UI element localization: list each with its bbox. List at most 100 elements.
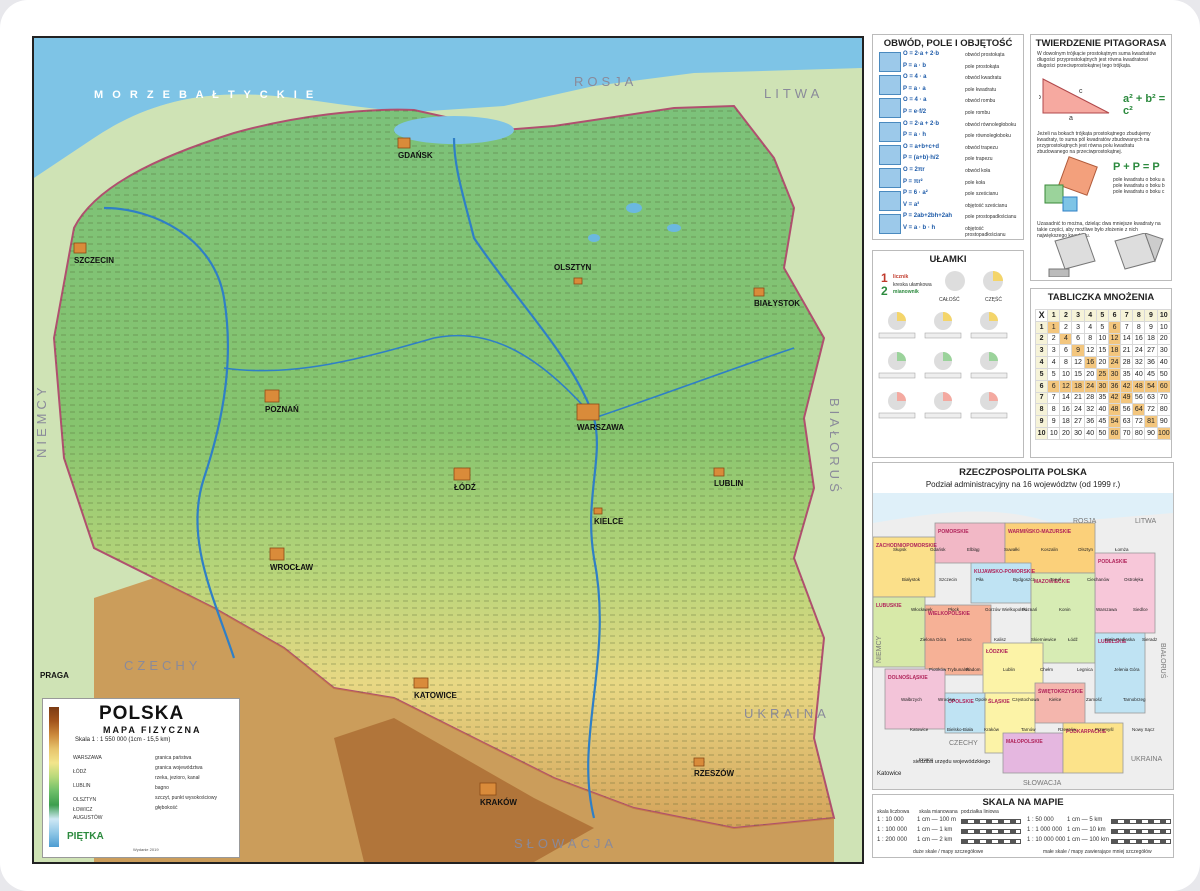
admin-town-label: Ciechanów bbox=[1087, 577, 1110, 582]
multiplication-cell: 50 bbox=[1156, 367, 1172, 381]
geometry-formula: P = (a+b)·h/2 bbox=[903, 155, 939, 162]
geometry-description: pole rombu bbox=[965, 110, 991, 116]
multiplication-cell: 25 bbox=[1095, 367, 1109, 381]
geometry-formula: P = 2ab+2bh+2ah bbox=[903, 213, 953, 220]
legend-city: LUBLIN bbox=[73, 783, 91, 789]
right-triangle-diagram: a b c bbox=[1039, 78, 1110, 121]
edition-text: Wydanie 2019 bbox=[133, 847, 159, 852]
publisher-logo: PIĘTKA bbox=[67, 831, 104, 842]
squares-diagram bbox=[1044, 156, 1098, 212]
multiplication-cell: 6 bbox=[1059, 344, 1073, 358]
multiplication-cell: 24 bbox=[1132, 344, 1146, 358]
multiplication-cell: 40 bbox=[1132, 367, 1146, 381]
map-title: POLSKA bbox=[99, 703, 185, 724]
fraction-slice bbox=[897, 392, 906, 401]
admin-neighbor-label: UKRAINA bbox=[1131, 756, 1162, 763]
admin-town-label: Bielsko-Biała bbox=[947, 727, 974, 732]
map-city-label: SZCZECIN bbox=[74, 256, 114, 265]
multiplication-cell: 12 bbox=[1107, 332, 1122, 346]
geometry-formula: O = 4 · a bbox=[903, 97, 927, 104]
multiplication-cell: 4 bbox=[1059, 332, 1073, 346]
pythagoras-text-2: Jeżeli na bokach trójkąta prostokątnego … bbox=[1037, 131, 1151, 155]
scale-bar bbox=[961, 829, 1021, 834]
multiplication-cell: 54 bbox=[1144, 379, 1158, 393]
geometry-description: obwód koła bbox=[965, 168, 991, 174]
admin-town-label: Nowy Sącz bbox=[1132, 727, 1155, 732]
multiplication-cell: 14 bbox=[1120, 332, 1134, 346]
multiplication-cell: 12 bbox=[1083, 344, 1097, 358]
multiplication-cell: 8 bbox=[1059, 356, 1073, 369]
multiplication-header-cell: 6 bbox=[1107, 309, 1122, 322]
multiplication-header-cell: 5 bbox=[1095, 309, 1109, 322]
multiplication-cell: 36 bbox=[1107, 379, 1122, 393]
multiplication-cell: 9 bbox=[1071, 344, 1085, 358]
geometry-formula: P = a · a bbox=[903, 85, 926, 92]
multiplication-cell: 21 bbox=[1120, 344, 1134, 358]
voivodeship-region bbox=[1094, 552, 1156, 634]
fractions-title: UŁAMKI bbox=[929, 254, 967, 265]
geometry-description: pole równoległoboku bbox=[965, 133, 1011, 140]
pythagoras-formula: a² + b² = c² bbox=[1123, 93, 1166, 117]
multiplication-cell: 60 bbox=[1156, 379, 1172, 393]
multiplication-cell: 54 bbox=[1107, 415, 1122, 428]
geometry-formula: P = e·f/2 bbox=[903, 109, 927, 115]
fractions-panel: UŁAMKI 1 2 licznik kreska ułamkowa miano… bbox=[872, 250, 1024, 458]
fraction-slice bbox=[989, 312, 998, 321]
admin-town-label: Sieradz bbox=[1142, 637, 1158, 642]
multiplication-cell: 30 bbox=[1107, 367, 1122, 381]
multiplication-cell: 6 bbox=[1107, 320, 1122, 334]
multiplication-cell: 27 bbox=[1144, 344, 1158, 358]
multiplication-header-cell: 8 bbox=[1132, 309, 1146, 322]
geometry-description: obwód trapezu bbox=[965, 144, 998, 151]
multiplication-cell: 2 bbox=[1047, 332, 1061, 346]
geometry-title: OBWÓD, POLE I OBJĘTOŚĆ bbox=[883, 38, 1013, 49]
multiplication-cell: 90 bbox=[1156, 415, 1172, 428]
multiplication-cell: 18 bbox=[1144, 332, 1158, 346]
multiplication-cell: 10 bbox=[1156, 320, 1172, 334]
fraction-bar bbox=[878, 372, 916, 379]
admin-town-label: Opole bbox=[975, 697, 988, 702]
admin-town-label: Skierniewice bbox=[1031, 637, 1057, 642]
multiplication-cell: 3 bbox=[1047, 344, 1061, 358]
admin-town-label: Tarnów bbox=[1021, 727, 1036, 732]
voivodeship-label: ŚLĄSKIE bbox=[988, 698, 1010, 705]
map-city-label: POZNAŃ bbox=[265, 405, 299, 414]
voivodeship-label: ZACHODNIOPOMORSKIE bbox=[876, 543, 938, 549]
geometry-formula: O = a+b+c+d bbox=[903, 143, 940, 150]
admin-neighbor-label: ROSJA bbox=[1073, 518, 1097, 525]
pythagoras-legend: pole kwadratu o boku a pole kwadratu o b… bbox=[1113, 177, 1169, 195]
shape-icon bbox=[879, 75, 901, 96]
multiplication-cell: 20 bbox=[1156, 332, 1172, 346]
geometry-description: obwód rombu bbox=[965, 98, 996, 105]
legend-item: bagno bbox=[155, 785, 169, 791]
map-city-label: GDAŃSK bbox=[398, 151, 433, 160]
voivodeship-label: MAŁOPOLSKIE bbox=[1006, 739, 1043, 745]
shape-icon bbox=[879, 144, 901, 165]
geometry-description: pole trapezu bbox=[965, 156, 993, 163]
pythagoras-title: TWIERDZENIE PITAGORASA bbox=[1035, 38, 1167, 49]
admin-town-label: Częstochowa bbox=[1012, 697, 1040, 702]
admin-town-label: Zamość bbox=[1086, 697, 1103, 702]
geometry-formula: V = a · b · h bbox=[903, 225, 936, 231]
multiplication-header-cell: 4 bbox=[1034, 356, 1049, 369]
shape-icon bbox=[879, 52, 901, 72]
multiplication-cell: 4 bbox=[1083, 320, 1097, 334]
legend-city: ŁÓDŹ bbox=[73, 769, 87, 775]
geometry-formula: P = 6 · a² bbox=[903, 190, 928, 197]
shape-icon bbox=[879, 98, 901, 119]
scale-named: 1 cm — 100 km bbox=[1067, 837, 1110, 843]
admin-town-label: Toruń bbox=[1050, 577, 1062, 582]
map-city-label: BIAŁYSTOK bbox=[754, 299, 800, 308]
multiplication-cell: 20 bbox=[1095, 356, 1109, 369]
map-city-label: KIELCE bbox=[594, 517, 624, 526]
map-city-label: OLSZTYN bbox=[554, 263, 592, 272]
admin-town-label: Lublin bbox=[1003, 667, 1016, 672]
multiplication-cell: 48 bbox=[1107, 403, 1122, 417]
geometry-formula: P = a · b bbox=[903, 62, 927, 69]
multiplication-cell: 35 bbox=[1120, 367, 1134, 381]
multiplication-cell: 35 bbox=[1095, 391, 1109, 405]
multiplication-cell: 5 bbox=[1095, 320, 1109, 334]
svg-text:b: b bbox=[1039, 94, 1041, 101]
scale-numeric: 1 : 1 000 000 bbox=[1027, 827, 1063, 833]
multiplication-panel: TABLICZKA MNOŻENIA X 1 2 3 4 5 6 7 8 9 10 1 1 2 3 4 5 6 7 8… bbox=[1030, 288, 1172, 458]
